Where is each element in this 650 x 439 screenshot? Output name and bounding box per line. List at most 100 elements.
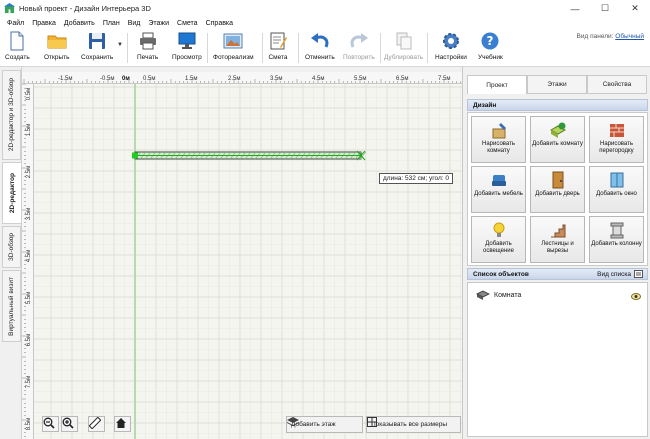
menu-file[interactable]: Файл [3,20,28,27]
menu-view[interactable]: Вид [124,20,145,27]
ruler-label: 1.5м [185,76,197,82]
menu-help[interactable]: Справка [202,20,237,27]
objects-section-header: Список объектов Вид списка [467,268,648,280]
toolbar-separator [298,33,299,63]
draw-room-button[interactable]: Нарисовать комнату [471,116,526,163]
list-item[interactable]: Комната [476,289,521,301]
menu-plan[interactable]: План [99,20,124,27]
create-button[interactable]: Создать [5,31,30,65]
tab-2d-editor[interactable]: 2D-редактор [2,162,21,224]
redo-button: Повторить [343,31,375,65]
tab-2d-3d-view[interactable]: 2D-редактор и 3D-обзор [2,70,21,160]
panel-view-link[interactable]: Обычный [615,33,644,40]
settings-button[interactable]: Настройки [435,31,467,65]
printer-icon [139,32,156,50]
add-room-button[interactable]: Добавить комнату [530,116,585,163]
tutorial-button[interactable]: ? Учебник [478,31,503,65]
window-title: Новый проект - Дизайн Интерьера 3D [19,4,151,13]
close-button[interactable]: ✕ [620,0,650,17]
ruler-label: 8.5м [26,418,32,430]
draw-room-icon [492,123,506,139]
ruler-label: 4.5м [312,76,324,82]
toolbar: Создать Открыть Сохранить ▼ Печать Просм… [0,29,650,67]
undo-arrow-icon [310,33,329,48]
visibility-eye-icon[interactable] [631,293,641,300]
draw-partition-button[interactable]: Нарисовать перегородку [589,116,644,163]
ruler-label: 3.5м [26,208,32,220]
plan-grid [34,84,462,439]
light-bulb-icon [493,222,504,237]
zoom-out-button[interactable] [42,416,59,432]
toolbar-separator [380,33,381,63]
ruler-label: 2.5м [228,76,240,82]
window-icon [610,172,623,188]
add-window-button[interactable]: Добавить окно [589,166,644,213]
view-list-label: Вид списка [597,270,631,278]
tab-properties[interactable]: Свойства [587,75,647,94]
plan-canvas[interactable]: длина: 532 см; угол: 0 Добавить этаж Пок… [34,84,462,439]
stairs-cutouts-button[interactable]: Лестницы и вырезы [530,216,585,263]
brick-wall-icon [609,124,624,137]
toolbar-separator [427,33,428,63]
photorealism-button[interactable]: Фотореализм [213,31,254,65]
add-room-icon [549,122,566,138]
print-button[interactable]: Печать [137,31,158,65]
toolbar-separator [207,33,208,63]
undo-button[interactable]: Отменить [305,31,335,65]
ruler-label: 2.5м [26,166,32,178]
menu-floors[interactable]: Этажи [144,20,173,27]
menu-add[interactable]: Добавить [60,20,99,27]
menu-edit[interactable]: Правка [28,20,60,27]
redo-arrow-icon [350,33,368,48]
minimize-button[interactable]: — [560,0,590,17]
panel-view-label: Вид панели: [576,33,614,40]
add-lighting-button[interactable]: Добавить освещение [471,216,526,263]
ruler-label: 5.5м [354,76,366,82]
home-icon [116,418,126,428]
object-list: Комната [467,282,648,437]
ruler-label: -0.5м [100,76,114,82]
menu-bar: Файл Правка Добавить План Вид Этажи Смет… [0,17,650,29]
ruler-label: 3.5м [270,76,282,82]
right-panel: Проект Этажи Свойства Дизайн Нарисовать … [462,67,650,439]
tab-floors[interactable]: Этажи [527,75,587,94]
ruler-label: 0.5м [143,76,155,82]
left-ruler-ticks: 0.5м 1.5м 2.5м 3.5м 4.5м 5.5м 6.5м 7.5м … [22,84,32,438]
view-list-toggle[interactable]: Вид списка [597,270,643,278]
add-door-button[interactable]: Добавить дверь [530,166,585,213]
menu-estimate[interactable]: Смета [173,20,202,27]
column-icon [610,222,623,239]
tab-project[interactable]: Проект [467,75,527,94]
wall-segment[interactable] [134,151,367,160]
add-furniture-button[interactable]: Добавить мебель [471,166,526,213]
add-floor-button[interactable]: Добавить этаж [286,416,363,433]
armchair-icon [491,175,506,186]
home-view-button[interactable] [114,416,131,432]
zoom-in-button[interactable] [61,416,78,432]
tab-virtual-visit[interactable]: Виртуальный визит [2,270,21,342]
maximize-button[interactable]: ☐ [590,0,620,17]
measure-button[interactable] [88,416,105,432]
panel-view-selector: Вид панели: Обычный [577,33,644,40]
save-button[interactable]: Сохранить [81,31,113,65]
estimate-notepad-icon [270,32,287,50]
show-all-sizes-button[interactable]: Показывать все размеры [366,416,461,433]
svg-text:?: ? [487,34,494,48]
ruler-label: 6.5м [26,334,32,346]
estimate-button[interactable]: Смета [268,31,288,65]
floors-icon [287,417,299,426]
zoom-out-icon [43,417,55,429]
ruler-measure-icon [89,417,101,429]
ruler-label: 7.5м [26,376,32,388]
open-button[interactable]: Открыть [44,31,70,65]
help-question-icon: ? [481,32,499,50]
wall-start-handle[interactable] [132,152,138,159]
preview-button[interactable]: Просмотр [172,31,202,65]
grid-icon [367,417,377,427]
ruler-label: 0м [122,76,130,82]
gear-icon [442,33,459,49]
tab-3d-view[interactable]: 3D-обзор [2,226,21,268]
zoom-in-icon [62,417,74,429]
save-dropdown-icon[interactable]: ▼ [117,42,123,48]
add-column-button[interactable]: Добавить колонну [589,216,644,263]
